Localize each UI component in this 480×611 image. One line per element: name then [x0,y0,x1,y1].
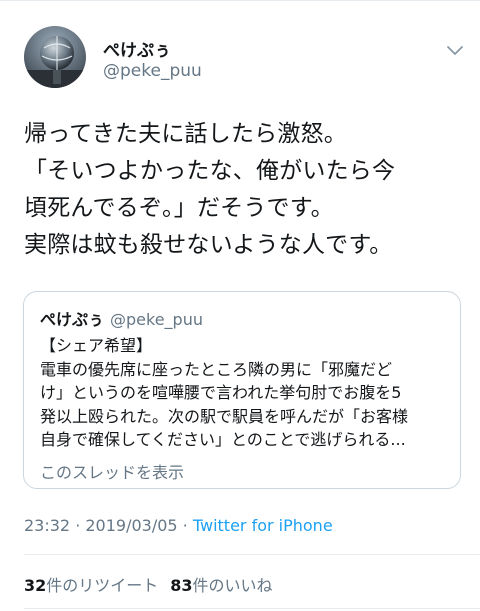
tweet-text: 帰ってきた夫に話したら激怒。 「そいつよかったな、俺がいたら今 頃死んでるぞ。」… [24,121,396,258]
likes-label: 件のいいね [192,576,273,595]
retweets-label: 件のリツイート [46,576,159,595]
stats-divider-bottom [24,608,480,609]
quoted-author-name: ぺけぷぅ [40,310,105,329]
tweet-header: ぺけぷぅ @peke_puu [24,26,464,94]
tweet-source-link[interactable]: Twitter for iPhone [193,516,333,535]
quoted-tweet-header: ぺけぷぅ @peke_puu [40,306,203,330]
author-display-name[interactable]: ぺけぷぅ [103,36,171,61]
tweet-stats: 32件のリツイート 83件のいいね [24,572,273,596]
tweet-time[interactable]: 23:32 [24,516,70,535]
likes-count: 83 [170,576,193,595]
meta-separator-2: · [177,516,193,535]
retweets-stat[interactable]: 32件のリツイート [24,576,158,595]
quoted-author-handle: @peke_puu [110,310,203,329]
likes-stat[interactable]: 83件のいいね [170,576,272,595]
quoted-tweet-card[interactable]: ぺけぷぅ @peke_puu 【シェア希望】 電車の優先席に座ったところ隣の男に「… [23,291,461,489]
avatar-image [24,26,86,88]
author-handle[interactable]: @peke_puu [103,61,202,81]
avatar[interactable] [24,26,86,88]
chevron-down-icon[interactable] [446,42,464,56]
show-thread-link[interactable]: このスレッドを表示 [40,459,184,483]
top-divider [0,0,480,1]
meta-separator: · [70,516,86,535]
retweets-count: 32 [24,576,47,595]
tweet-date[interactable]: 2019/03/05 [85,516,177,535]
quoted-tweet-text: 【シェア希望】 電車の優先席に座ったところ隣の男に「邪魔だど け」というのを喧嘩… [40,336,409,449]
tweet-metadata: 23:32 · 2019/03/05 · Twitter for iPhone [24,516,333,535]
stats-divider-top [24,554,480,555]
